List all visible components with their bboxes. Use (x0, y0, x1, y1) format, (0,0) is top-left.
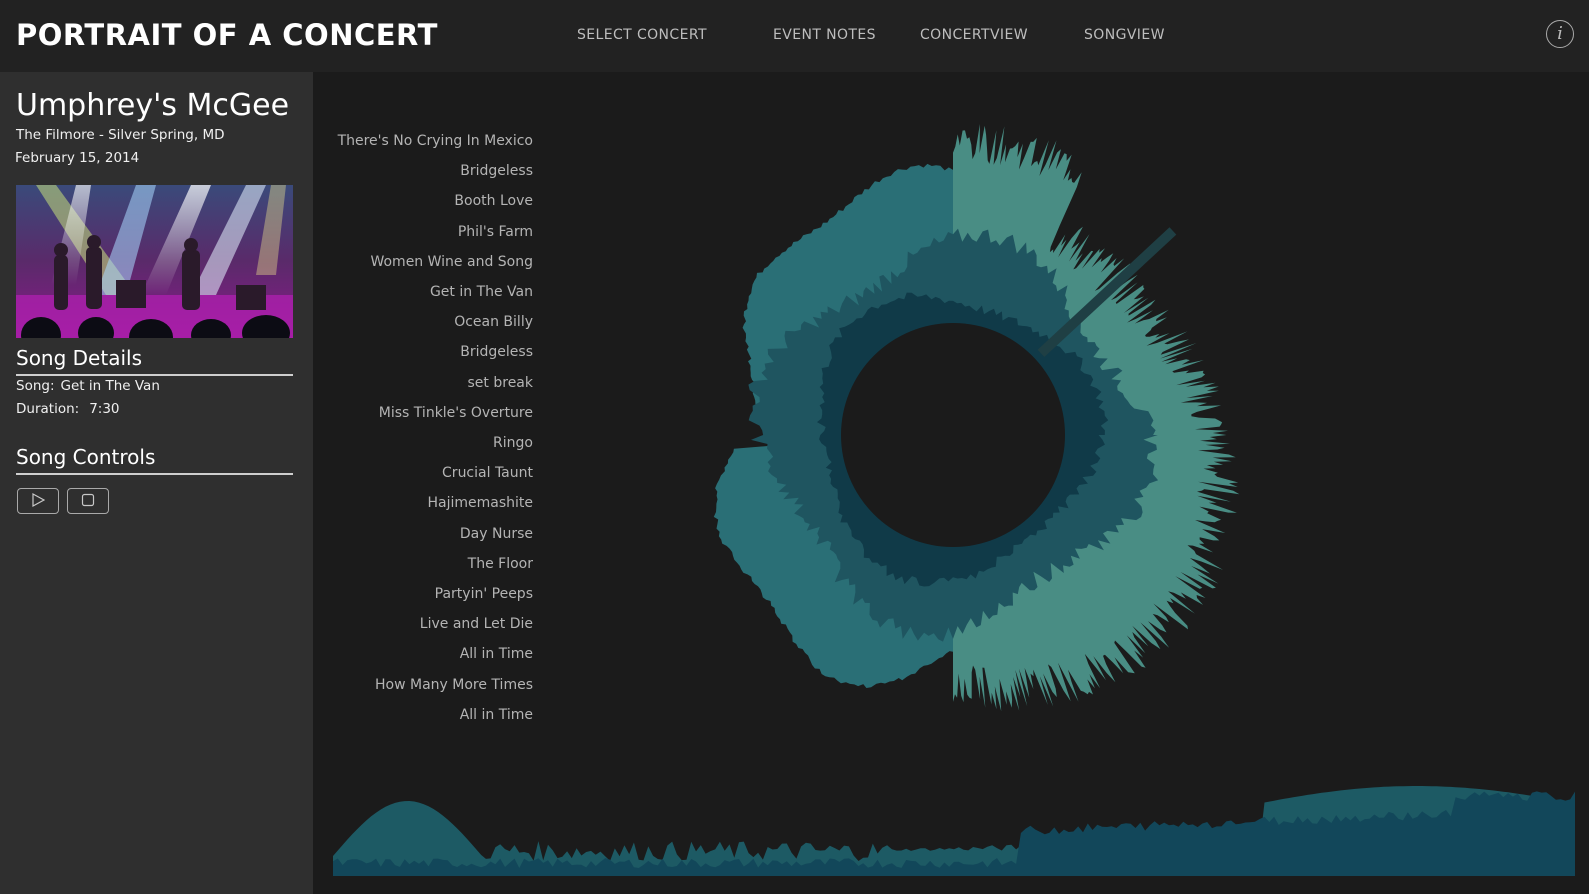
radial-center (841, 323, 1065, 547)
radial-song-waveform[interactable] (713, 124, 1240, 712)
concert-timeline-waveform[interactable] (333, 786, 1575, 876)
concert-visualization (333, 124, 1575, 876)
